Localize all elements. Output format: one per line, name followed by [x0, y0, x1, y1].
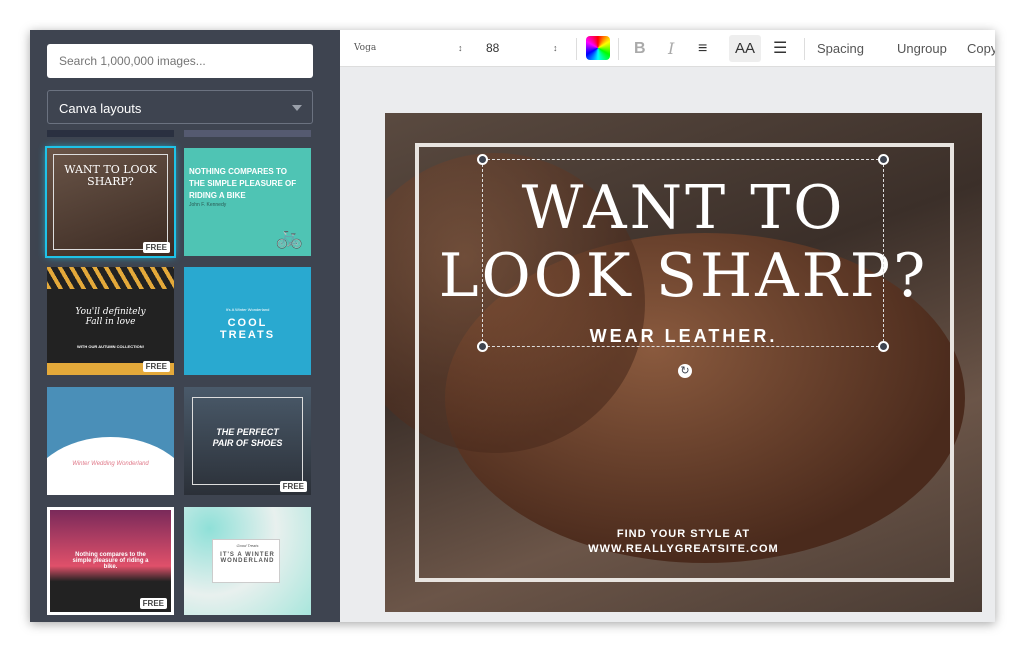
thumbnail-subtitle: It's A Winter Wonderland — [225, 307, 270, 312]
selection-box[interactable]: ↻ — [477, 154, 889, 378]
thumbnail-look-sharp[interactable]: WANT TO LOOK SHARP? FREE — [47, 148, 174, 256]
font-select-stepper-icon[interactable]: ↕ — [458, 30, 463, 67]
footer-line-1[interactable]: FIND YOUR STYLE AT — [385, 528, 982, 540]
thumbnail-sunset-quote[interactable]: Nothing compares to the simple pleasure … — [47, 507, 174, 615]
list-icon[interactable]: ☰ — [773, 30, 787, 67]
thumbnail-title: Winter Wedding Wonderland — [72, 461, 149, 467]
font-size-stepper-icon[interactable]: ↕ — [553, 30, 558, 67]
free-badge: FREE — [142, 242, 170, 253]
color-picker-button[interactable] — [586, 36, 610, 60]
footer-line-2[interactable]: WWW.REALLYGREATSITE.COM — [385, 543, 982, 555]
rotate-handle-icon[interactable]: ↻ — [678, 364, 692, 378]
thumbnail-title: IT'S A WINTER WONDERLAND — [220, 552, 275, 564]
resize-handle-bottom-left[interactable] — [477, 341, 488, 352]
bold-button[interactable]: B — [634, 30, 646, 67]
thumbnail-fall-in-love[interactable]: You'll definitely Fall in love WITH OUR … — [47, 267, 174, 375]
uppercase-button[interactable]: AA — [729, 35, 761, 62]
spacing-button[interactable]: Spacing — [817, 30, 864, 67]
thumbnail-winter-wedding[interactable]: Winter Wedding Wonderland — [47, 387, 174, 495]
italic-button[interactable]: I — [668, 30, 674, 67]
thumbnail-winter-wonderland[interactable]: Good Treats IT'S A WINTER WONDERLAND — [184, 507, 311, 615]
thumbnail-title: WANT TO LOOK SHARP? — [64, 163, 157, 188]
resize-handle-top-left[interactable] — [477, 154, 488, 165]
ungroup-button[interactable]: Ungroup — [897, 30, 947, 67]
thumbnail-perfect-shoes[interactable]: THE PERFECT PAIR OF SHOES FREE — [184, 387, 311, 495]
free-badge: FREE — [142, 361, 170, 372]
resize-handle-top-right[interactable] — [878, 154, 889, 165]
thumbnail-title: THE PERFECT PAIR OF SHOES — [212, 427, 283, 448]
thumbnail-cool-treats[interactable]: It's A Winter Wonderland COOL TREATS — [184, 267, 311, 375]
resize-handle-bottom-right[interactable] — [878, 341, 889, 352]
sidebar: Canva layouts WANT TO LOOK SHARP? FREE N… — [30, 30, 340, 622]
thumbnail-author: John F. Kennedy — [189, 202, 227, 208]
thumbnail-title: Nothing compares to the simple pleasure … — [72, 552, 149, 570]
thumbnail-title: NOTHING COMPARES TO THE SIMPLE PLEASURE … — [189, 167, 297, 200]
search-input[interactable] — [47, 44, 313, 78]
free-badge: FREE — [139, 598, 167, 609]
font-select[interactable]: Voga — [354, 30, 376, 67]
partial-thumbnail[interactable] — [47, 130, 174, 137]
design-canvas[interactable]: WANT TO LOOK SHARP? WEAR LEATHER. FIND Y… — [385, 113, 982, 612]
text-toolbar: Voga ↕ 88 ↕ B I ≡ AA ☰ Spacing Ungroup C… — [340, 30, 995, 67]
thumbnail-bike-quote[interactable]: NOTHING COMPARES TO THE SIMPLE PLEASURE … — [184, 148, 311, 256]
layout-select[interactable]: Canva layouts — [47, 90, 313, 124]
free-badge: FREE — [279, 481, 307, 492]
copy-button[interactable]: Copy — [967, 30, 995, 67]
font-size-select[interactable]: 88 — [486, 30, 499, 67]
editor-window: Canva layouts WANT TO LOOK SHARP? FREE N… — [30, 30, 995, 622]
bicycle-icon: 🚲 — [275, 224, 303, 249]
layout-select-label: Canva layouts — [59, 101, 142, 116]
thumbnail-subtitle: WITH OUR AUTUMN COLLECTION! — [77, 344, 144, 349]
thumbnail-title: You'll definitely Fall in love — [75, 307, 146, 327]
chevron-down-icon — [292, 105, 302, 111]
thumbnail-title: COOL TREATS — [219, 317, 276, 341]
partial-thumbnail[interactable] — [184, 130, 311, 137]
thumbnail-subtitle: Good Treats — [236, 543, 259, 548]
align-center-icon[interactable]: ≡ — [698, 30, 707, 67]
